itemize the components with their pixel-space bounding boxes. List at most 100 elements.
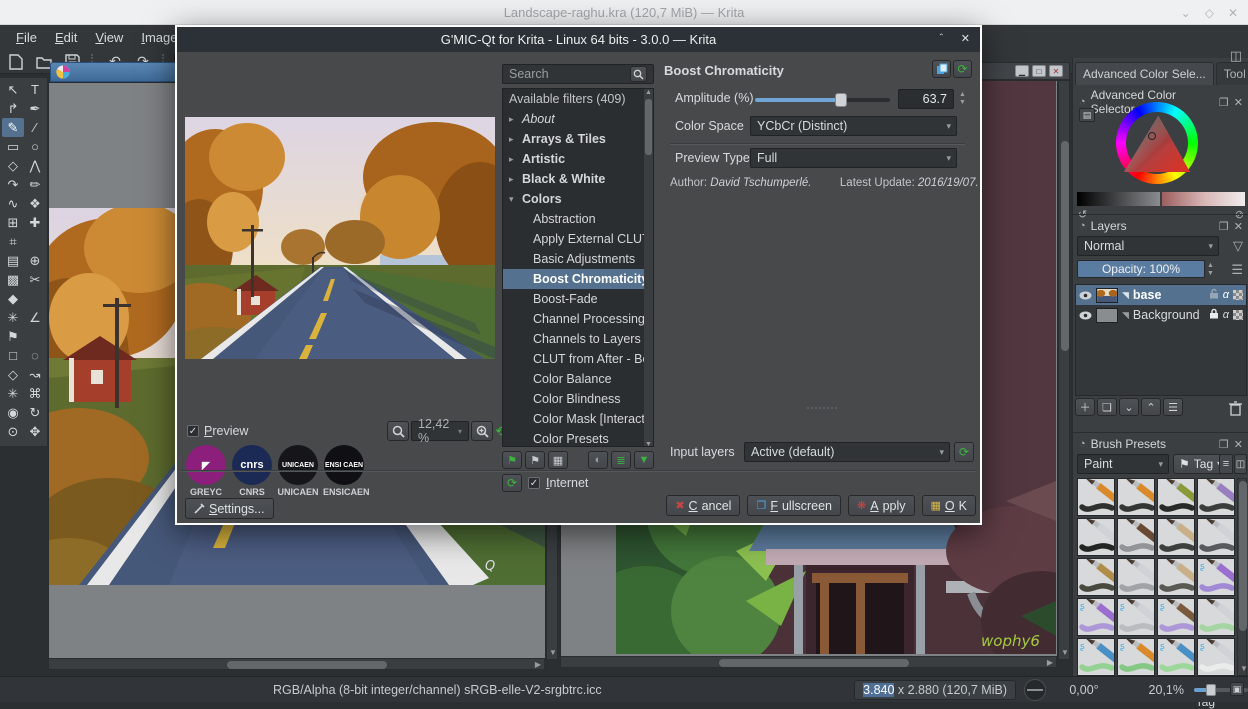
menu-file[interactable]: File	[8, 27, 45, 48]
list-mode-icon[interactable]: ≣	[611, 451, 631, 469]
cancel-button[interactable]: ✖ Cancel	[666, 495, 741, 516]
subwindow-minimize-icon[interactable]: ▁	[1015, 65, 1029, 77]
fullscreen-button[interactable]: ❐ Fullscreen	[747, 495, 842, 516]
tool-edit-shapes-icon[interactable]: ↱	[2, 99, 24, 118]
new-document-icon[interactable]	[4, 52, 28, 72]
brush-scrollbar[interactable]: ▼	[1237, 478, 1248, 676]
tree-arrow-icon[interactable]: ▸	[509, 109, 518, 129]
copy-command-icon[interactable]	[932, 60, 951, 78]
gmic-preview-image[interactable]	[185, 117, 495, 359]
remove-fave-icon[interactable]: ⚑	[525, 451, 545, 469]
tool-select-shapes-icon[interactable]: ↖	[2, 80, 24, 99]
settings-button[interactable]: Settings...	[185, 498, 274, 519]
brush-preset[interactable]	[1117, 518, 1155, 556]
internet-checkbox[interactable]: ✓	[528, 477, 540, 489]
move-layer-down-icon[interactable]: ⌄	[1119, 398, 1139, 416]
refresh-layers-icon[interactable]: ⟳	[954, 442, 974, 462]
tool-color-sampler-icon[interactable]: ⊕	[24, 251, 46, 270]
amplitude-spinbox[interactable]: 63.7	[898, 89, 954, 109]
tree-arrow-icon[interactable]: ▸	[509, 169, 518, 189]
tool-move-icon[interactable]: ✚	[24, 213, 46, 232]
layer-options-icon[interactable]: ☰	[1231, 262, 1243, 278]
docker-icon[interactable]: ◔	[1079, 96, 1086, 108]
tool-dynamic-brush-icon[interactable]: ∿	[2, 194, 24, 213]
tree-arrow-icon[interactable]: ▾	[509, 189, 518, 209]
tool-ellipse-icon[interactable]: ○	[24, 137, 46, 156]
brush-preset[interactable]: ʂ	[1117, 638, 1155, 676]
tool-polygon-icon[interactable]: ◇	[2, 156, 24, 175]
tool-smart-patch-icon[interactable]: ✂	[24, 270, 46, 289]
ok-button[interactable]: ▦ O K	[921, 495, 976, 516]
amplitude-spin-arrows[interactable]: ▲ ▼	[959, 91, 966, 106]
brush-preset[interactable]: ʂ	[1117, 598, 1155, 636]
alpha-inherit-icon[interactable]: ◥	[1122, 290, 1129, 301]
tool-freehand-brush-icon[interactable]: ✎	[2, 118, 24, 137]
brush-preset[interactable]	[1157, 518, 1195, 556]
delete-layer-icon[interactable]	[1223, 398, 1247, 418]
filter-item[interactable]: Color Blindness	[503, 389, 653, 409]
alpha-lock-icon[interactable]: α	[1223, 289, 1229, 301]
amplitude-slider[interactable]	[755, 93, 890, 107]
horizontal-scrollbar-right[interactable]: ▶	[560, 656, 1057, 668]
filter-search-input[interactable]: Search	[502, 64, 654, 84]
tool-gradient-icon[interactable]: ▤	[2, 251, 24, 270]
float-panel-icon[interactable]: ❐	[1219, 220, 1229, 233]
gmic-close-icon[interactable]: ✕	[961, 32, 970, 48]
opacity-slider[interactable]: Opacity: 100%	[1077, 260, 1205, 278]
rotation-knob-icon[interactable]	[1024, 678, 1046, 701]
layer-row-background[interactable]: ◥ Background α	[1076, 305, 1246, 325]
tool-select-polygonal-icon[interactable]: ◇	[2, 365, 24, 384]
detail-view-icon[interactable]: ◫	[1234, 454, 1247, 474]
duplicate-layer-icon[interactable]: ❏	[1097, 398, 1117, 416]
horizontal-scrollbar-left[interactable]: ▶	[48, 658, 545, 670]
update-filters-icon[interactable]: ▼	[634, 451, 654, 469]
gmic-shade-icon[interactable]: ＾	[936, 32, 947, 48]
list-view-icon[interactable]: ≡	[1219, 454, 1233, 474]
brush-tag-dropdown[interactable]: Paint ▾	[1077, 454, 1169, 474]
document-tab[interactable]	[50, 62, 180, 82]
tool-select-enclose-icon[interactable]: ↻	[24, 403, 46, 422]
close-panel-icon[interactable]: ✕	[1234, 96, 1243, 109]
filter-item[interactable]: Basic Adjustments	[503, 249, 653, 269]
tool-select-magnetic-icon[interactable]: ⌘	[24, 384, 46, 403]
image-dimensions[interactable]: 3.840 x 2.880 (120,7 MiB)	[854, 679, 1016, 700]
float-panel-icon[interactable]: ❐	[1219, 438, 1229, 451]
tool-text-icon[interactable]: T	[24, 80, 46, 99]
window-maximize-icon[interactable]: ◇	[1205, 6, 1214, 20]
brush-preset[interactable]	[1117, 558, 1155, 596]
filter-item[interactable]: Color Balance	[503, 369, 653, 389]
subwindow-maximize-icon[interactable]: □	[1032, 65, 1046, 77]
lock-toggle[interactable]	[1209, 308, 1219, 322]
brush-preset[interactable]: ʂ	[1077, 638, 1115, 676]
tool-pattern-edit-icon[interactable]: ▩	[2, 270, 24, 289]
add-layer-icon[interactable]: ＋	[1075, 398, 1095, 416]
tool-bezier-curve-icon[interactable]: ↷	[2, 175, 24, 194]
fit-zoom-icon[interactable]: ▣	[1230, 682, 1244, 696]
brush-preset[interactable]	[1117, 478, 1155, 516]
rotation-angle[interactable]: 0,00°	[1054, 683, 1114, 697]
tool-select-similar-icon[interactable]: ✳	[2, 384, 24, 403]
tool-measure-icon[interactable]: ∠	[24, 308, 46, 327]
brush-preset[interactable]	[1197, 478, 1235, 516]
tool-freehand-path-icon[interactable]: ✏	[24, 175, 46, 194]
visibility-icon[interactable]	[1079, 311, 1092, 320]
tool-crop-icon[interactable]: ⌗	[2, 232, 24, 251]
tree-arrow-icon[interactable]: ▸	[509, 149, 518, 169]
tint-gradient-bar[interactable]	[1162, 192, 1245, 206]
alpha-inherit-icon[interactable]: ◥	[1122, 310, 1129, 321]
opacity-spin-arrows[interactable]: ▲ ▼	[1207, 262, 1214, 277]
move-layer-up-icon[interactable]: ⌃	[1141, 398, 1161, 416]
tool-reference-images-icon[interactable]: ⚑	[2, 327, 24, 346]
docker-icon[interactable]: ◔	[1079, 220, 1086, 232]
window-titlebar[interactable]: Landscape-raghu.kra (120,7 MiB) — Krita …	[0, 0, 1248, 25]
window-minimize-icon[interactable]: ⌄	[1181, 6, 1191, 20]
alpha-channel-icon[interactable]	[1233, 310, 1243, 320]
close-panel-icon[interactable]: ✕	[1234, 220, 1243, 233]
brush-preset[interactable]	[1077, 558, 1115, 596]
tree-arrow-icon[interactable]: ▸	[509, 129, 518, 149]
color-cursor[interactable]	[1148, 132, 1156, 140]
splitter-handle[interactable]	[807, 407, 837, 409]
refresh-filters-icon[interactable]: ⟳	[502, 474, 522, 492]
filter-item[interactable]: Abstraction	[503, 209, 653, 229]
zoom-in-icon[interactable]	[471, 421, 493, 441]
